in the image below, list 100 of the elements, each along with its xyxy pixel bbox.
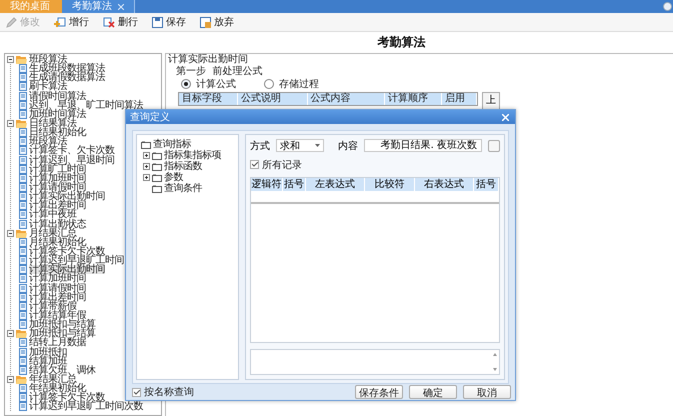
column-header: 左表达式 [306,178,365,191]
tree-group[interactable]: 月结果汇总 [29,228,76,238]
tree-item[interactable]: 计算实际出勤时间 [29,192,105,202]
expand-icon [143,152,150,159]
tree-item[interactable]: 加班抵扣与结算 [29,320,96,330]
expand-icon [143,174,150,181]
column-header: 公式说明 [238,93,308,105]
column-header: 公式内容 [308,93,386,105]
dialog-button[interactable]: 取消 [463,385,511,399]
tree-item[interactable]: 计算出差时间 [29,292,86,302]
collapse-icon [7,56,14,64]
content-field[interactable]: 考勤日结果. 夜班次数 [364,139,482,152]
tree-item[interactable]: 计算出差时间 [29,201,86,210]
folder-icon [16,329,27,338]
tree-item[interactable]: 月结果初始化 [29,238,86,247]
tree-item[interactable]: 计算签卡、欠卡次数 [29,146,114,156]
folder-icon [16,55,27,64]
browse-button[interactable] [488,140,500,152]
tree-item[interactable]: 刷卡算法 [29,82,67,92]
tree-group[interactable]: 查询指标 [153,140,191,149]
tree-group[interactable]: 班段算法 [29,55,67,64]
folder-icon [152,162,162,170]
tree-item[interactable]: 计算迟到早退旷工时间 [29,256,124,266]
tree-item[interactable]: 计算带薪假 [29,302,76,311]
discard-icon [200,16,211,28]
tree-item[interactable]: 查询条件 [164,184,202,193]
tree-group[interactable]: 年结果汇总 [29,374,76,384]
tree-item[interactable]: 计算迟到早退旷工时间次数 [29,402,143,412]
tree-item[interactable]: 生成请假数据算法 [29,73,105,82]
save-icon [152,16,163,28]
step-label: 第一步 前处理公式 [175,66,264,78]
tree-item[interactable]: 班段算法 [29,137,67,146]
tree-item[interactable]: 计算中夜班 [29,210,76,220]
tree-item[interactable]: 计算加班时间 [29,174,86,183]
by-name-checkbox[interactable]: 按名称查询 [132,386,194,398]
radio-option[interactable]: 存储过程 [264,77,319,91]
toolbar-button[interactable]: 增行 [54,15,89,29]
tree-item[interactable]: 计算迟到、早退时间 [29,156,114,165]
expand-icon [143,163,150,170]
add-row-icon [54,16,66,28]
page-title: 考勤算法 [378,34,426,51]
tree-item[interactable]: 计算旷工时间 [29,164,86,174]
toolbar-button[interactable]: 删行 [103,15,138,29]
folder-icon [141,140,151,148]
tab[interactable]: 考勤算法 [62,0,135,13]
collapse-icon [7,376,14,383]
tree-item[interactable]: 计算加班时间 [29,274,86,284]
column-header: 括号 [474,178,499,191]
tree-item[interactable]: 计算请假时间 [29,183,86,192]
tree-item[interactable]: 参数 [164,173,183,182]
tree-item[interactable]: 年结果初始化 [29,384,86,394]
tree-item[interactable]: 加班抵扣 [29,348,67,357]
toolbar-button[interactable]: 放弃 [200,15,234,29]
all-records-checkbox[interactable]: 所有记录 [250,158,302,171]
folder-icon [152,152,162,160]
circle-icon [663,2,672,11]
tree-item[interactable]: 指标函数 [164,162,202,171]
check-icon [134,390,140,394]
tree-item[interactable]: 结算欠班、调休 [29,366,96,375]
tree-item[interactable]: 指标集指标项 [164,151,221,160]
radio-icon[interactable] [264,79,274,89]
tree-item[interactable]: 结转上月数据 [29,338,86,348]
tree-item[interactable]: 计算签卡欠卡次数 [29,393,105,402]
dialog-button[interactable]: 确定 [409,385,457,399]
close-icon [118,4,124,10]
tree-group[interactable]: 日结果算法 [29,119,76,128]
collapse-icon [7,230,14,237]
folder-icon [152,184,162,192]
column-header: 计算顺序 [385,93,442,105]
tree-item[interactable]: 日结果初始化 [29,128,86,138]
pencil-icon [6,16,17,28]
folder-icon [152,174,162,182]
caret-icon [315,144,320,147]
column-header: 逻辑符 [251,178,283,191]
collapse-icon [7,120,14,128]
folder-icon [16,228,27,238]
radio-icon[interactable] [181,79,191,89]
tree-group[interactable]: 加班抵扣与结算 [29,329,96,338]
mode-select[interactable]: 求和 [276,139,324,152]
dialog-button[interactable]: 保存条件 [355,385,403,399]
field-label: 内容 [338,140,358,152]
dialog-title: 查询定义 [130,110,170,124]
toolbar-button[interactable]: 保存 [152,15,186,29]
delete-row-icon [103,16,115,28]
column-header: 目标字段 [179,93,238,105]
tree-item[interactable]: 生成班段数据算法 [29,64,105,74]
tree-item[interactable]: 请假时间算法 [29,92,86,101]
tree-item[interactable]: 计算请假时间 [29,284,86,293]
section-title: 计算实际出勤时间 [168,54,249,66]
tree-item[interactable]: 迟到、早退、旷工时间算法 [29,100,143,110]
tree-item[interactable]: 结算加班 [29,356,67,366]
tree-item[interactable]: 计算签卡欠卡次数 [29,247,105,256]
expression-field[interactable] [250,349,500,375]
tree-item[interactable]: 计算实际出勤时间 [29,265,105,274]
radio-option[interactable]: 计算公式 [181,77,236,91]
tree-item[interactable]: 计算出勤状态 [29,220,86,229]
scroll-down-icon [493,368,497,371]
collapse-icon [7,330,14,338]
tree-item[interactable]: 计算结算年假 [29,311,86,320]
tree-item[interactable]: 加班时间算法 [29,110,86,119]
